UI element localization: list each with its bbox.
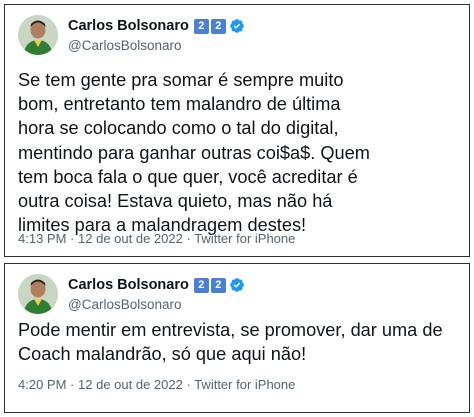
- tweet-text: Pode mentir em entrevista, se promover, …: [18, 320, 443, 365]
- meta-separator: ·: [186, 377, 191, 392]
- author-display-name[interactable]: Carlos Bolsonaro: [68, 18, 189, 34]
- tweet-date[interactable]: 12 de out de 2022: [78, 231, 183, 246]
- avatar[interactable]: [18, 274, 58, 314]
- number-two-emoji-badge: 2: [193, 277, 209, 293]
- tweet-date[interactable]: 12 de out de 2022: [78, 377, 183, 392]
- tweet-card[interactable]: Carlos Bolsonaro 2 2 @CarlosBolsonaro Po…: [4, 263, 470, 413]
- author-block: Carlos Bolsonaro 2 2 @CarlosBolsonaro: [68, 276, 245, 312]
- tweet-source[interactable]: Twitter for iPhone: [194, 377, 295, 392]
- author-display-name[interactable]: Carlos Bolsonaro: [68, 277, 189, 293]
- tweet-metadata: 4:13 PM · 12 de out de 2022 · Twitter fo…: [18, 231, 295, 246]
- tweet-card[interactable]: Carlos Bolsonaro 2 2 @CarlosBolsonaro Se…: [4, 4, 470, 257]
- author-handle[interactable]: @CarlosBolsonaro: [68, 297, 245, 312]
- number-two-emoji-badge: 2: [210, 18, 226, 34]
- avatar[interactable]: [18, 15, 58, 55]
- number-two-emoji-badge: 2: [210, 277, 226, 293]
- tweet-text: Se tem gente pra somar é sempre muito bo…: [18, 70, 370, 236]
- verified-badge-icon: [229, 277, 245, 293]
- avatar-image: [18, 274, 58, 314]
- verified-badge-icon: [229, 18, 245, 34]
- avatar-image: [18, 15, 58, 55]
- tweet-time[interactable]: 4:20 PM: [18, 377, 66, 392]
- tweet-source[interactable]: Twitter for iPhone: [194, 231, 295, 246]
- meta-separator: ·: [186, 231, 191, 246]
- meta-separator: ·: [70, 377, 75, 392]
- meta-separator: ·: [70, 231, 75, 246]
- author-handle[interactable]: @CarlosBolsonaro: [68, 38, 245, 53]
- author-block: Carlos Bolsonaro 2 2 @CarlosBolsonaro: [68, 17, 245, 53]
- tweet-metadata: 4:20 PM · 12 de out de 2022 · Twitter fo…: [18, 377, 295, 392]
- number-two-emoji-badge: 2: [193, 18, 209, 34]
- tweet-time[interactable]: 4:13 PM: [18, 231, 66, 246]
